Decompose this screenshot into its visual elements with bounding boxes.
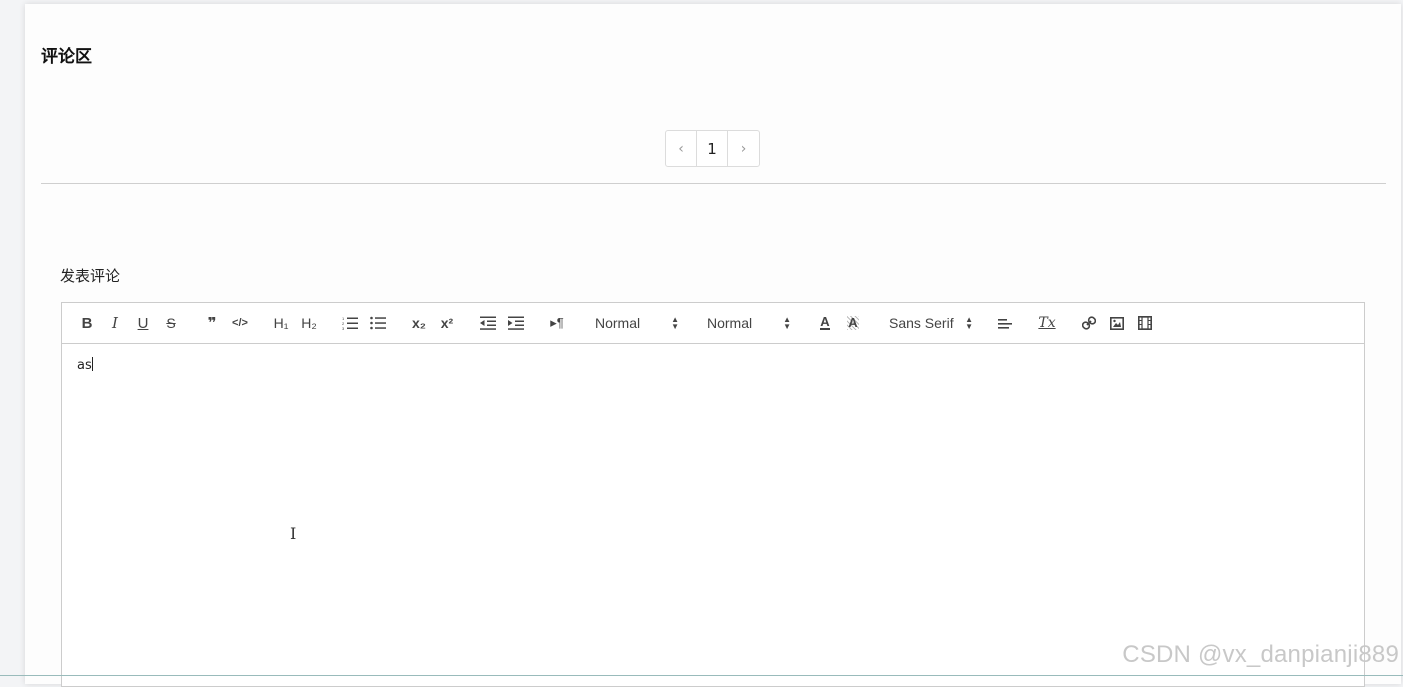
italic-button[interactable]: I [101,311,129,335]
outdent-button[interactable] [474,311,502,335]
image-button[interactable] [1103,311,1131,335]
size-select-value: Normal [595,315,640,331]
select-arrows-icon: ▲▼ [671,316,679,330]
blockquote-button[interactable]: ❞ [198,311,226,335]
text-caret [92,357,93,371]
align-button[interactable] [991,311,1019,335]
bold-button[interactable]: B [73,311,101,335]
font-select-value: Sans Serif [889,315,954,331]
indent-button[interactable] [502,311,530,335]
header-select-value: Normal [707,315,752,331]
bottom-border [0,675,1403,676]
clean-format-button[interactable]: Tx [1033,311,1061,335]
ordered-list-button[interactable]: 123 [336,311,364,335]
font-select[interactable]: Sans Serif ▲▼ [881,311,979,335]
pagination-prev-button[interactable]: ‹ [666,131,697,166]
svg-text:3: 3 [342,326,345,330]
divider [41,183,1386,184]
editor-toolbar: B I U S ❞ </> H₁ H₂ 123 [62,303,1364,344]
watermark: CSDN @vx_danpianji889 [1122,641,1399,669]
outdent-icon [480,316,496,330]
header-2-button[interactable]: H₂ [295,311,323,335]
header-1-button[interactable]: H₁ [267,311,295,335]
bullet-list-button[interactable] [364,311,392,335]
text-direction-button[interactable]: ▸¶ [543,311,571,335]
indent-icon [508,316,524,330]
subscript-button[interactable]: x₂ [405,311,433,335]
text-cursor-icon: I [290,524,296,543]
align-icon [998,316,1012,330]
link-button[interactable] [1075,311,1103,335]
underline-button[interactable]: U [129,311,157,335]
text-color-button[interactable]: A [811,311,839,335]
pagination: ‹ 1 › [665,130,760,167]
strike-button[interactable]: S [157,311,185,335]
video-button[interactable] [1131,311,1159,335]
size-select[interactable]: Normal ▲▼ [587,311,685,335]
superscript-button[interactable]: x² [433,311,461,335]
bullet-list-icon [370,316,386,330]
post-comment-label: 发表评论 [60,265,120,286]
select-arrows-icon: ▲▼ [965,316,973,330]
link-icon [1082,316,1096,330]
image-icon [1110,317,1124,330]
background-color-button[interactable]: A [839,311,867,335]
comments-card: 评论区 ‹ 1 › 发表评论 B I U S ❞ </> H₁ H₂ 123 [25,4,1401,684]
select-arrows-icon: ▲▼ [783,316,791,330]
header-select[interactable]: Normal ▲▼ [699,311,797,335]
editor-content-area[interactable]: as [62,344,1364,386]
rich-text-editor: B I U S ❞ </> H₁ H₂ 123 [61,302,1365,687]
pagination-next-button[interactable]: › [728,131,759,166]
video-icon [1138,316,1152,330]
pagination-page-1[interactable]: 1 [697,131,728,166]
editor-text: as [77,358,92,373]
comments-title: 评论区 [41,42,92,67]
code-block-button[interactable]: </> [226,311,254,335]
ordered-list-icon: 123 [342,316,358,330]
